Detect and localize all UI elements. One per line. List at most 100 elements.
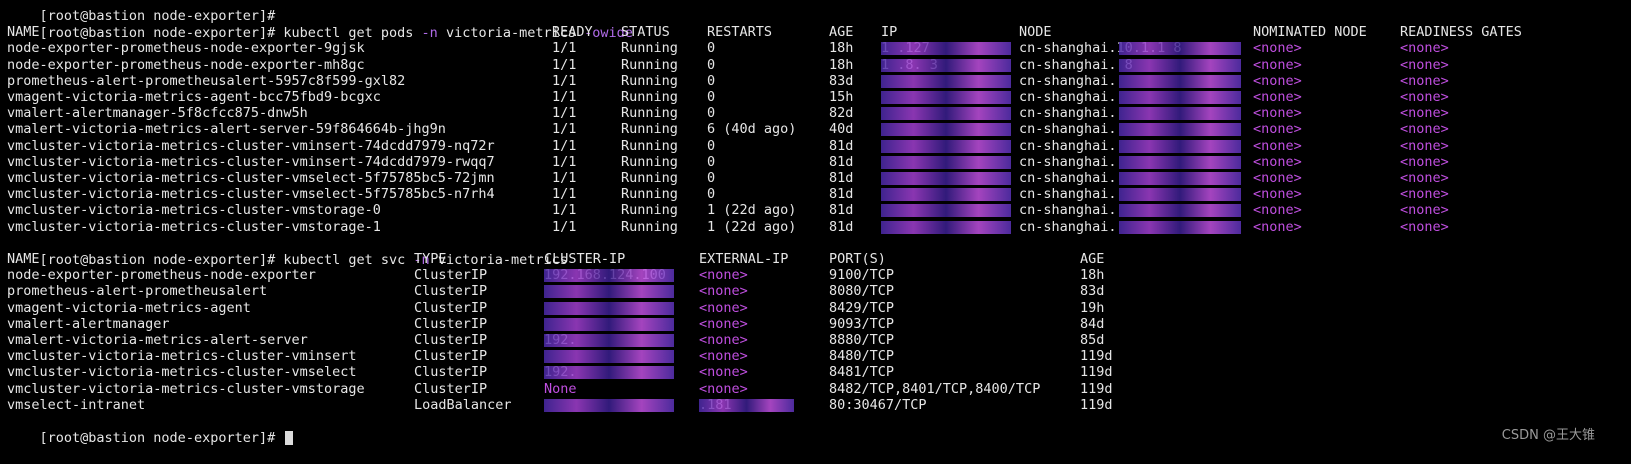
pod-status: Running [621, 72, 678, 89]
age-header: AGE [829, 24, 854, 41]
svc-name: vmcluster-victoria-metrics-cluster-vmsto… [7, 380, 365, 397]
pod-name: vmalert-victoria-metrics-alert-server-59… [7, 121, 446, 138]
pod-status: Running [621, 89, 678, 105]
svc-header-row: NAME TYPE CLUSTER-IP EXTERNAL-IP PORT(S) AGE [7, 251, 1627, 268]
node-header: NODE [1019, 24, 1052, 41]
svc-ports: 80:30467/TCP [829, 396, 927, 413]
pod-nominated-node: <none> [1253, 170, 1302, 186]
svc-external-ip: <none> [699, 267, 748, 284]
svc-name: vmalert-alertmanager [7, 315, 170, 332]
pod-status: Running [621, 153, 678, 170]
pod-restarts: 1 (22d ago) [707, 218, 797, 235]
svc-name: node-exporter-prometheus-node-exporter [7, 267, 316, 284]
svc-row: vmagent-victoria-metrics-agent ClusterIP <… [7, 300, 1627, 317]
svc-type: ClusterIP [414, 283, 488, 300]
pod-restarts: 0 [707, 89, 716, 105]
ip-header: IP [881, 24, 898, 41]
redaction-mask [881, 42, 1011, 56]
pod-restarts: 0 [707, 153, 716, 170]
pod-age: 82d [829, 105, 854, 122]
pod-restarts: 0 [707, 137, 716, 154]
pod-node: cn-shanghai. [1019, 121, 1117, 138]
svc-type: ClusterIP [414, 380, 488, 397]
pod-nominated-node: <none> [1253, 153, 1302, 170]
external-ip-header: EXTERNAL-IP [699, 251, 789, 267]
pod-ready: 1/1 [552, 72, 577, 89]
pod-name: vmcluster-victoria-metrics-cluster-vmsto… [7, 218, 381, 235]
pod-age: 81d [829, 137, 854, 154]
svc-ports: 8429/TCP [829, 299, 895, 316]
pod-node: cn-shanghai. [1019, 153, 1117, 170]
svc-name: vmcluster-victoria-metrics-cluster-vmsel… [7, 364, 357, 381]
ports-header: PORT(S) [829, 251, 886, 267]
redaction-mask [1119, 74, 1241, 88]
svc-row: vmcluster-victoria-metrics-cluster-vmsel… [7, 364, 1627, 381]
pod-nominated-node: <none> [1253, 137, 1302, 154]
pod-ready: 1/1 [552, 202, 577, 219]
pod-readiness-gates: <none> [1400, 56, 1449, 73]
svc-row: vmcluster-victoria-metrics-cluster-vmsto… [7, 381, 1627, 398]
pod-ready: 1/1 [552, 153, 577, 170]
pod-row: prometheus-alert-prometheusalert-5957c8f… [7, 73, 1627, 90]
terminal-window[interactable]: [root@bastion node-exporter]# [root@bast… [7, 0, 1627, 458]
pod-age: 81d [829, 202, 854, 219]
pod-node: cn-shanghai. [1019, 186, 1117, 203]
pod-name: prometheus-alert-prometheusalert-5957c8f… [7, 72, 406, 89]
pod-readiness-gates: <none> [1400, 105, 1449, 122]
pod-readiness-gates: <none> [1400, 40, 1449, 57]
svc-name: vmalert-victoria-metrics-alert-server [7, 332, 308, 348]
pod-node: cn-shanghai. [1019, 218, 1117, 235]
redaction-mask [544, 317, 674, 331]
svc-row: vmalert-alertmanager ClusterIP <none> 9093/… [7, 316, 1627, 333]
redaction-mask [1119, 58, 1241, 72]
pod-ready: 1/1 [552, 218, 577, 235]
pod-node: cn-shanghai. [1019, 72, 1117, 89]
svc-type: LoadBalancer [414, 396, 512, 413]
nominated-node-header: NOMINATED NODE [1253, 24, 1367, 41]
pod-nominated-node: <none> [1253, 56, 1302, 73]
pod-name: vmcluster-victoria-metrics-cluster-vmins… [7, 137, 495, 154]
pod-name: vmcluster-victoria-metrics-cluster-vmsto… [7, 202, 381, 219]
svc-command-line: [root@bastion node-exporter]# kubectl ge… [7, 235, 568, 268]
svc-age: 19h [1080, 299, 1105, 316]
pod-status: Running [621, 105, 678, 122]
pod-row: vmcluster-victoria-metrics-cluster-vmins… [7, 138, 1627, 155]
pod-restarts: 1 (22d ago) [707, 202, 797, 219]
svc-row: prometheus-alert-prometheusalert ClusterI… [7, 283, 1627, 300]
redaction-mask [881, 107, 1011, 121]
pod-ready: 1/1 [552, 186, 577, 203]
pod-row: vmcluster-victoria-metrics-cluster-vmsel… [7, 186, 1627, 203]
pod-nominated-node: <none> [1253, 121, 1302, 138]
redaction-mask [544, 334, 674, 347]
svc-type: ClusterIP [414, 315, 488, 332]
text-cursor [285, 431, 294, 445]
pod-name: vmagent-victoria-metrics-agent-bcc75fbd9… [7, 89, 381, 105]
svc-name: vmcluster-victoria-metrics-cluster-vmins… [7, 348, 357, 365]
pod-restarts: 0 [707, 56, 716, 73]
pod-row: vmcluster-victoria-metrics-cluster-vmsto… [7, 202, 1627, 219]
pods-command-line: [root@bastion node-exporter]# kubectl ge… [7, 8, 633, 41]
svc-name: vmagent-victoria-metrics-agent [7, 299, 251, 316]
redaction-mask [699, 398, 794, 412]
svc-age: 85d [1080, 332, 1105, 348]
svc-ports: 8481/TCP [829, 364, 895, 381]
pod-restarts: 6 (40d ago) [707, 121, 797, 138]
redaction-mask [1119, 188, 1241, 202]
redaction-mask [544, 366, 674, 380]
pod-status: Running [621, 186, 678, 203]
pod-nominated-node: <none> [1253, 186, 1302, 203]
redaction-mask [881, 139, 1011, 153]
pod-age: 18h [829, 56, 854, 73]
redaction-mask [1119, 42, 1241, 56]
svc-type: ClusterIP [414, 348, 488, 365]
redaction-mask [1119, 155, 1241, 169]
redaction-mask [544, 350, 674, 364]
final-prompt-line[interactable]: [root@bastion node-exporter]# [7, 413, 294, 446]
pod-row: vmalert-alertmanager-5f8cfcc875-dnw5h 1/1… [7, 105, 1627, 122]
pod-name: vmcluster-victoria-metrics-cluster-vmsel… [7, 170, 495, 186]
redaction-mask [544, 301, 674, 315]
redaction-mask [1119, 220, 1241, 234]
pod-age: 81d [829, 186, 854, 203]
svc-external-ip: <none> [699, 283, 748, 300]
pod-nominated-node: <none> [1253, 40, 1302, 57]
